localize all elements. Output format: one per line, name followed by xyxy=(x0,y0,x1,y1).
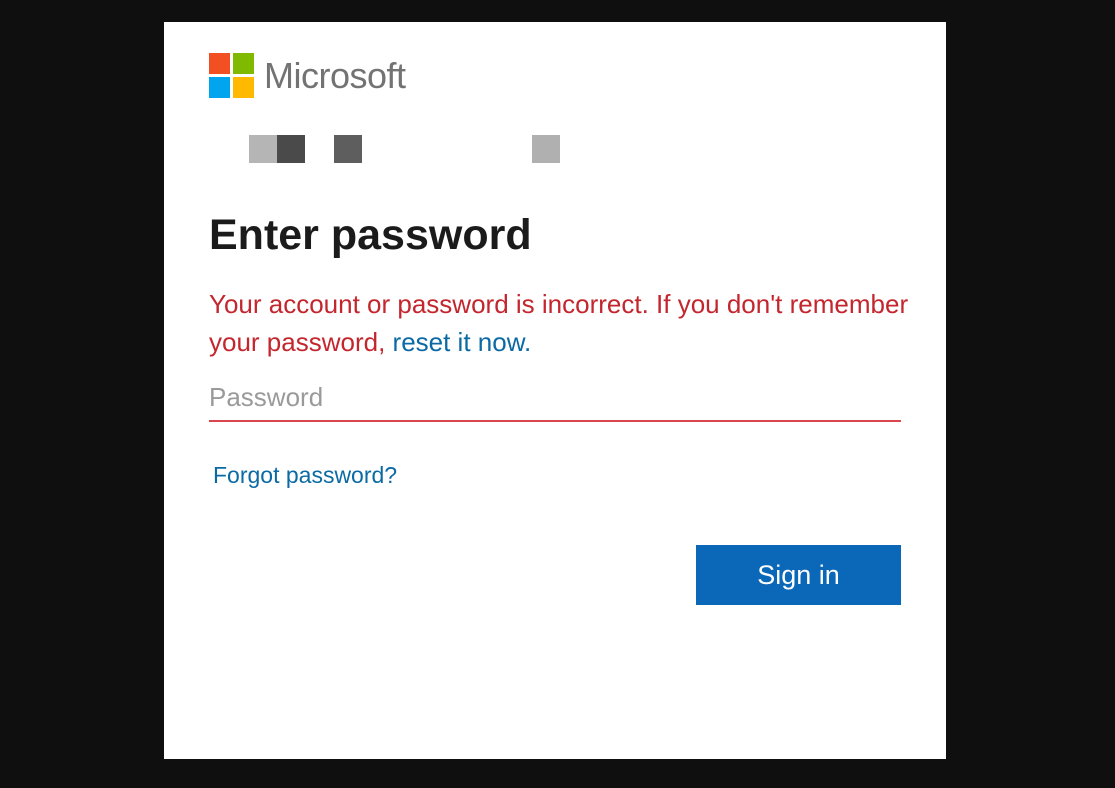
logo-square-yellow xyxy=(233,77,254,98)
reset-password-link[interactable]: reset it now. xyxy=(393,327,532,357)
logo-square-blue xyxy=(209,77,230,98)
brand-name: Microsoft xyxy=(264,54,406,96)
redacted-account-identifier xyxy=(249,135,569,163)
logo-square-green xyxy=(233,53,254,74)
password-input[interactable] xyxy=(209,374,901,422)
redacted-block xyxy=(277,135,305,163)
redacted-block xyxy=(334,135,362,163)
page-title: Enter password xyxy=(209,211,532,259)
microsoft-logo-icon xyxy=(209,53,254,98)
signin-card: Microsoft Enter password Your account or… xyxy=(164,22,946,759)
error-message: Your account or password is incorrect. I… xyxy=(209,285,909,361)
sign-in-button[interactable]: Sign in xyxy=(696,545,901,605)
error-text: Your account or password is incorrect. I… xyxy=(209,289,909,357)
logo-square-red xyxy=(209,53,230,74)
forgot-password-link[interactable]: Forgot password? xyxy=(213,462,397,489)
redacted-block xyxy=(532,135,560,163)
microsoft-logo: Microsoft xyxy=(209,53,406,98)
redacted-block xyxy=(249,135,279,163)
